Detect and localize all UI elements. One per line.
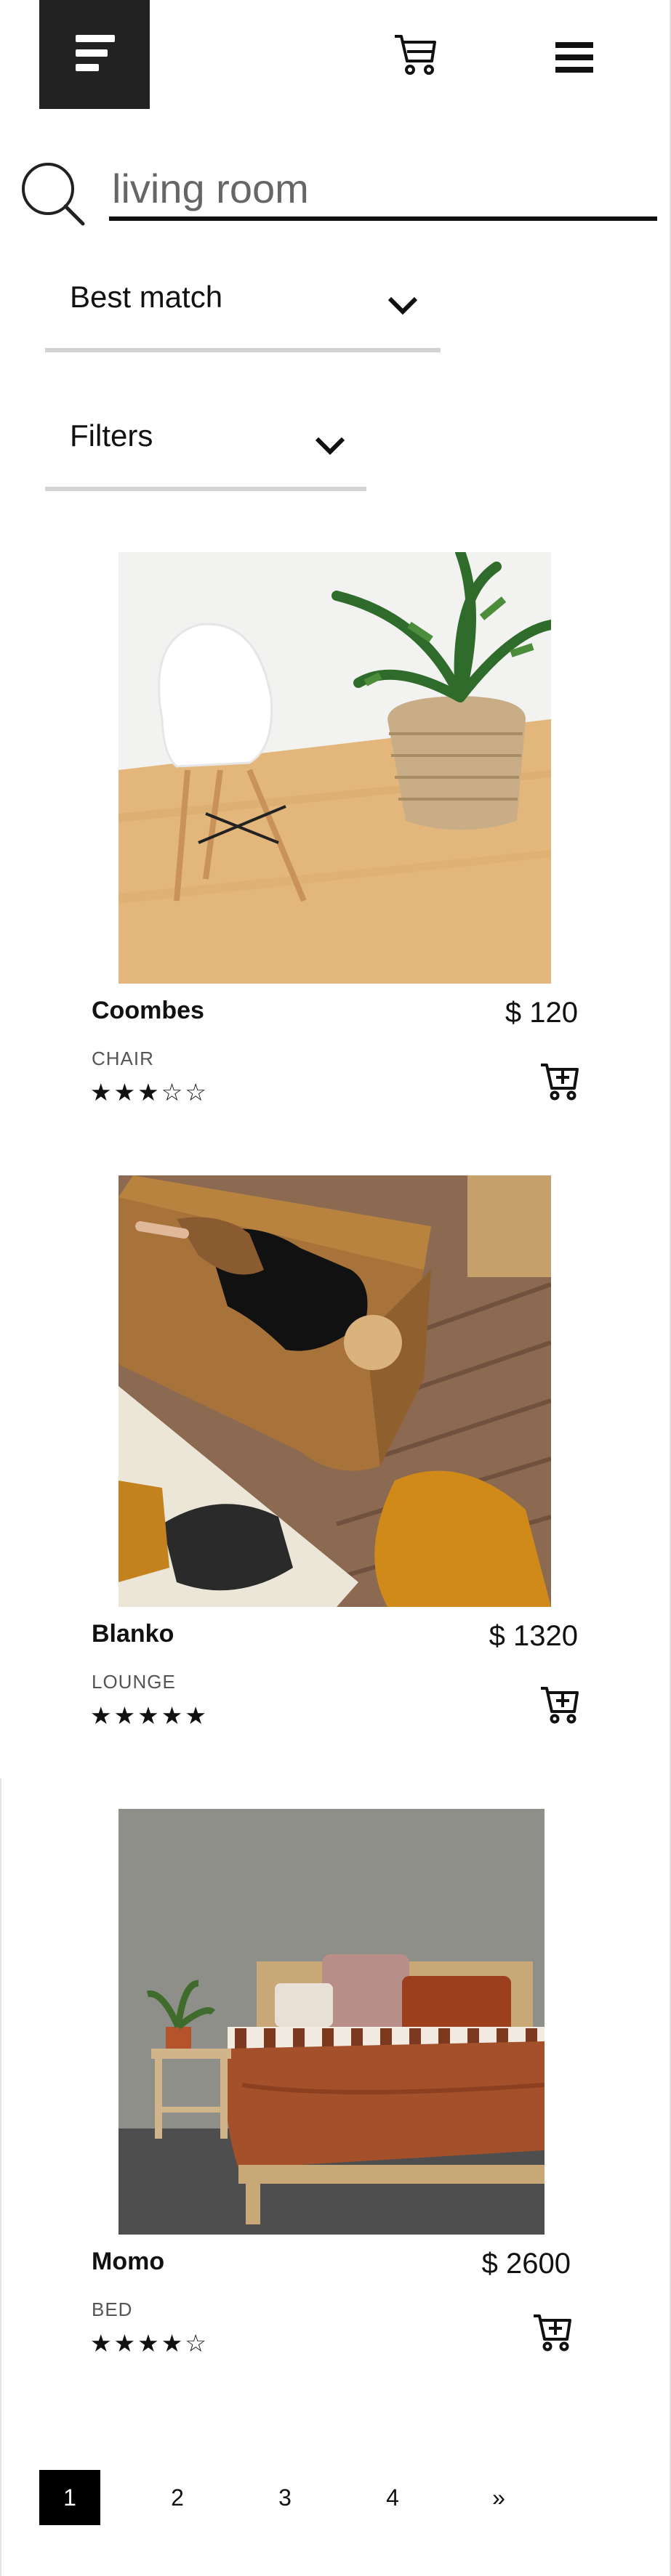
rating-stars: ★★★☆☆ bbox=[90, 1078, 209, 1106]
product-price: $ 2600 bbox=[481, 2248, 571, 2280]
sort-dropdown[interactable]: Best match bbox=[45, 272, 441, 352]
logo-bar bbox=[76, 64, 99, 71]
logo-bar bbox=[76, 49, 108, 57]
rating-stars: ★★★★☆ bbox=[90, 2329, 209, 2357]
chevron-down-icon bbox=[315, 437, 345, 455]
search-icon[interactable] bbox=[19, 160, 86, 227]
search-input[interactable] bbox=[109, 160, 657, 221]
product-image-bed[interactable] bbox=[118, 1809, 545, 2235]
cart-icon[interactable] bbox=[393, 31, 438, 77]
product-category: CHAIR bbox=[92, 1048, 154, 1069]
logo-bar bbox=[76, 35, 115, 42]
logo[interactable] bbox=[39, 0, 150, 109]
product-name[interactable]: Coombes bbox=[92, 997, 204, 1025]
next-page-button[interactable]: » bbox=[468, 2470, 529, 2525]
add-to-cart-icon[interactable] bbox=[532, 2312, 573, 2352]
product-image-lounge[interactable] bbox=[118, 1175, 551, 1607]
sort-underline bbox=[45, 348, 441, 352]
product-category: BED bbox=[92, 2298, 133, 2320]
filters-label: Filters bbox=[70, 418, 153, 453]
page-3-button[interactable]: 3 bbox=[254, 2470, 316, 2525]
add-to-cart-icon[interactable] bbox=[539, 1684, 580, 1725]
product-name[interactable]: Momo bbox=[92, 2248, 164, 2276]
product-card: Coombes $ 120 CHAIR ★★★☆☆ bbox=[0, 552, 671, 1119]
page-1-button[interactable]: 1 bbox=[39, 2470, 100, 2525]
product-price: $ 120 bbox=[505, 997, 578, 1029]
product-card: Momo $ 2600 BED ★★★★☆ bbox=[0, 1809, 671, 2375]
rating-stars: ★★★★★ bbox=[90, 1701, 209, 1730]
menu-line bbox=[555, 67, 593, 73]
menu-line bbox=[555, 42, 593, 48]
product-image-chair[interactable] bbox=[118, 552, 551, 984]
chevron-down-icon bbox=[387, 296, 418, 315]
hamburger-menu-icon[interactable] bbox=[555, 42, 593, 73]
product-category: LOUNGE bbox=[92, 1671, 176, 1693]
page-2-button[interactable]: 2 bbox=[147, 2470, 208, 2525]
filters-dropdown[interactable]: Filters bbox=[45, 413, 366, 491]
product-card: Blanko $ 1320 LOUNGE ★★★★★ bbox=[0, 1175, 671, 1742]
add-to-cart-icon[interactable] bbox=[539, 1061, 580, 1101]
filters-underline bbox=[45, 487, 366, 491]
menu-line bbox=[555, 54, 593, 60]
product-price: $ 1320 bbox=[489, 1620, 578, 1652]
product-name[interactable]: Blanko bbox=[92, 1620, 174, 1648]
sort-selected-label: Best match bbox=[70, 280, 223, 314]
page-4-button[interactable]: 4 bbox=[362, 2470, 423, 2525]
